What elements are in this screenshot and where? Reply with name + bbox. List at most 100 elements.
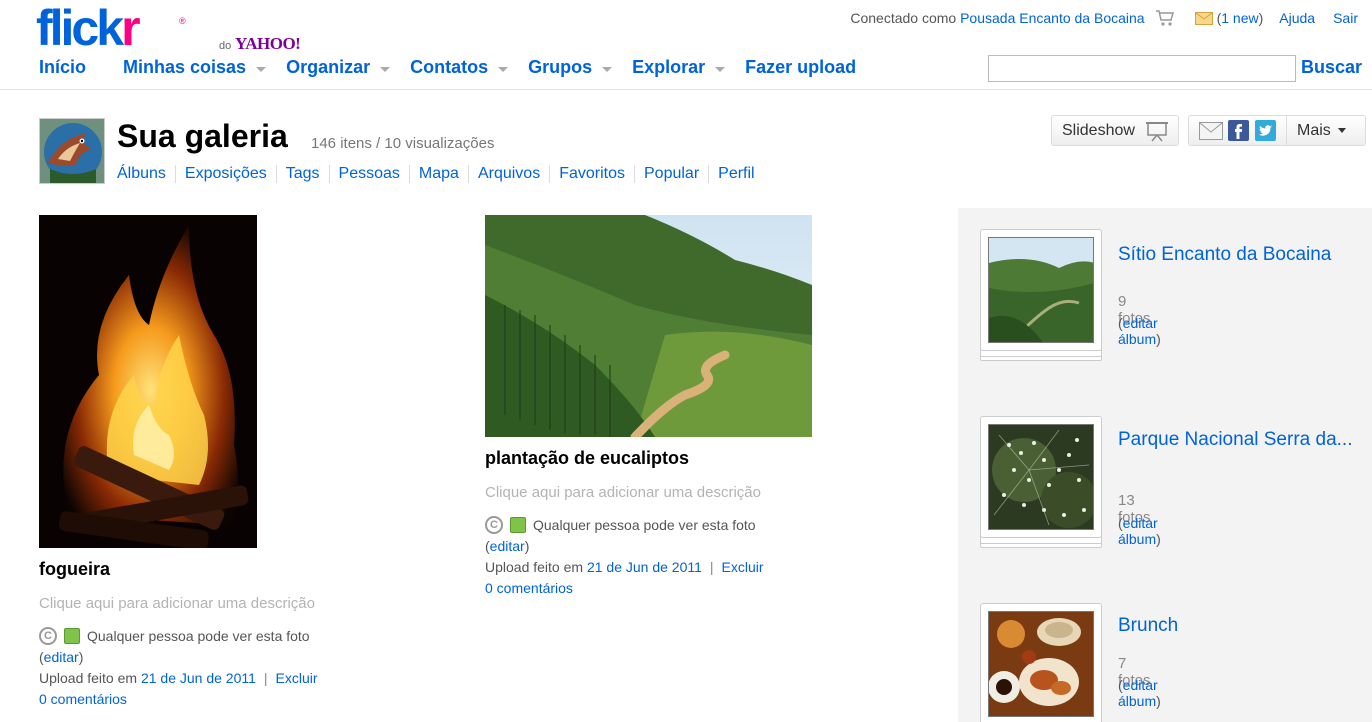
subnav-popular[interactable]: Popular	[634, 165, 708, 183]
nav-link-explorar[interactable]: Explorar	[632, 57, 705, 78]
cart-icon[interactable]	[1155, 9, 1175, 27]
subnav-arquivos[interactable]: Arquivos	[467, 165, 549, 183]
album-edit-link[interactable]: editar álbum	[1118, 677, 1158, 709]
upload-date-link[interactable]: 21 de Jun de 2011	[141, 670, 256, 686]
facebook-icon[interactable]	[1226, 120, 1250, 142]
chevron-down-icon[interactable]	[492, 58, 514, 78]
photo-title[interactable]: plantação de eucaliptos	[485, 448, 812, 469]
signout-link[interactable]: Sair	[1333, 10, 1358, 26]
album-edit-link[interactable]: editar álbum	[1118, 315, 1158, 347]
slideshow-label: Slideshow	[1062, 121, 1135, 139]
chevron-down-icon	[1337, 128, 1346, 133]
nav-item-grupos: Grupos	[528, 57, 618, 78]
nav-link-minhas-coisas[interactable]: Minhas coisas	[123, 57, 246, 78]
nav-link-inicio[interactable]: Início	[39, 57, 86, 78]
nav-link-contatos[interactable]: Contatos	[410, 57, 488, 78]
album-thumbnail[interactable]	[980, 229, 1102, 351]
nav-item-explorar: Explorar	[632, 57, 731, 78]
album-edit-row: (editar álbum)	[1118, 677, 1161, 709]
comments-row: 0 comentários	[39, 690, 318, 708]
nav-item-inicio: Início	[39, 57, 86, 78]
connected-label: Conectado como Pousada Encanto da Bocain…	[850, 10, 1145, 26]
copyright-icon[interactable]: C	[39, 627, 57, 645]
copyright-icon[interactable]: C	[485, 516, 503, 534]
user-bar: Conectado como Pousada Encanto da Bocain…	[850, 9, 1358, 27]
album-thumbnail-stack[interactable]	[980, 416, 1102, 548]
avatar[interactable]	[39, 118, 105, 184]
email-share-icon[interactable]	[1199, 120, 1223, 142]
album-thumbnail-stack[interactable]	[980, 603, 1102, 722]
more-button[interactable]: Mais	[1297, 122, 1346, 140]
nav-item-contatos: Contatos	[410, 57, 514, 78]
photo-title[interactable]: fogueira	[39, 559, 318, 580]
comments-link[interactable]: 0 comentários	[39, 691, 127, 707]
nav-item-minhas-coisas: Minhas coisas	[123, 57, 272, 78]
subnav-favoritos[interactable]: Favoritos	[549, 165, 634, 183]
subnav-mapa[interactable]: Mapa	[408, 165, 468, 183]
upload-date-link[interactable]: 21 de Jun de 2011	[587, 559, 702, 575]
twitter-icon[interactable]	[1253, 120, 1277, 142]
search-input[interactable]	[988, 55, 1296, 82]
logo-do: do	[219, 40, 232, 52]
more-label: Mais	[1297, 121, 1331, 139]
album-title[interactable]: Parque Nacional Serra da...	[1118, 428, 1358, 452]
flickr-logo[interactable]: flickr ® do YAHOO!	[36, 3, 301, 54]
photo-card: fogueira Clique aqui para adicionar uma …	[39, 215, 318, 708]
mail-count-link[interactable]: 1 new	[1221, 10, 1258, 26]
subnav-tags[interactable]: Tags	[275, 165, 329, 183]
main-nav: Início Minhas coisas Organizar Contatos …	[39, 57, 870, 78]
public-icon	[510, 517, 526, 533]
page-title: Sua galeria	[117, 118, 288, 154]
album-thumbnail-stack[interactable]	[980, 229, 1102, 361]
slideshow-button[interactable]: Slideshow	[1051, 115, 1179, 146]
upload-row: Upload feito em 21 de Jun de 2011 | Exclui…	[485, 559, 764, 575]
nav-item-organizar: Organizar	[286, 57, 396, 78]
privacy-row: C Qualquer pessoa pode ver esta foto	[485, 516, 812, 534]
gallery-subnav: Álbuns Exposições Tags Pessoas Mapa Arqu…	[117, 165, 764, 183]
comments-link[interactable]: 0 comentários	[485, 580, 573, 596]
nav-link-grupos[interactable]: Grupos	[528, 57, 592, 78]
edit-row: (editar)	[485, 538, 530, 554]
subnav-albuns[interactable]: Álbuns	[117, 165, 175, 183]
help-link[interactable]: Ajuda	[1279, 10, 1315, 26]
chevron-down-icon[interactable]	[709, 58, 731, 78]
photo-description-placeholder[interactable]: Clique aqui para adicionar uma descrição	[39, 595, 318, 612]
photo-description-placeholder[interactable]: Clique aqui para adicionar uma descrição	[485, 484, 812, 501]
share-separator	[1286, 115, 1287, 146]
subnav-exposicoes[interactable]: Exposições	[174, 165, 276, 183]
upload-prefix: Upload feito em	[485, 559, 584, 575]
header-divider	[0, 89, 1372, 90]
edit-link[interactable]: editar	[44, 649, 79, 665]
gallery-stats: 146 itens / 10 visualizações	[311, 135, 495, 152]
mail-icon[interactable]	[1194, 11, 1213, 25]
photo-thumbnail[interactable]	[39, 215, 257, 548]
album-edit-row: (editar álbum)	[1118, 315, 1161, 347]
search-button[interactable]: Buscar	[1301, 57, 1362, 78]
subnav-perfil[interactable]: Perfil	[708, 165, 763, 183]
chevron-down-icon[interactable]	[596, 58, 618, 78]
mail-count[interactable]: (1 new)	[1217, 10, 1264, 26]
logo-text-blue: flick	[36, 0, 124, 56]
nav-link-organizar[interactable]: Organizar	[286, 57, 370, 78]
subnav-pessoas[interactable]: Pessoas	[328, 165, 409, 183]
album-title[interactable]: Sítio Encanto da Bocaina	[1118, 243, 1358, 267]
logo-registered-mark: ®	[179, 16, 186, 26]
photo-thumbnail[interactable]	[485, 215, 812, 437]
chevron-down-icon[interactable]	[250, 58, 272, 78]
chevron-down-icon[interactable]	[374, 58, 396, 78]
public-icon	[64, 628, 80, 644]
album-edit-link[interactable]: editar álbum	[1118, 515, 1158, 547]
nav-link-upload[interactable]: Fazer upload	[745, 57, 856, 78]
username-link[interactable]: Pousada Encanto da Bocaina	[960, 10, 1144, 26]
share-box: Mais	[1188, 115, 1366, 146]
delete-link[interactable]: Excluir	[276, 670, 318, 686]
edit-link[interactable]: editar	[490, 538, 525, 554]
nav-item-upload: Fazer upload	[745, 57, 856, 78]
privacy-row: C Qualquer pessoa pode ver esta foto	[39, 627, 318, 645]
logo-text-pink: r	[121, 0, 141, 56]
delete-link[interactable]: Excluir	[722, 559, 764, 575]
album-thumbnail[interactable]	[980, 603, 1102, 722]
album-thumbnail[interactable]	[980, 416, 1102, 538]
album-title[interactable]: Brunch	[1118, 614, 1358, 638]
album-edit-row: (editar álbum)	[1118, 515, 1161, 547]
